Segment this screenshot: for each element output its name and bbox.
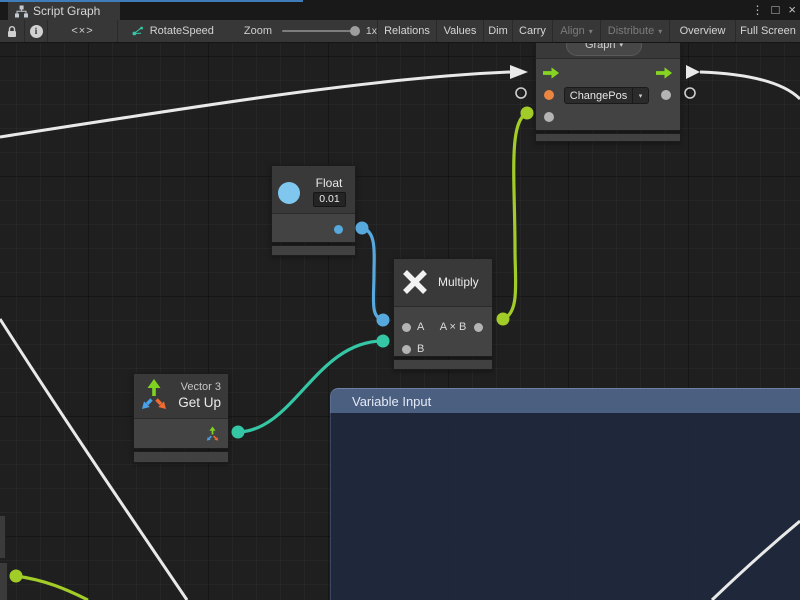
graph-dropdown[interactable]: Graph ▾ [566,43,642,56]
maximize-icon[interactable]: □ [772,0,780,20]
close-icon[interactable]: × [788,0,796,20]
wire-knob-teal[interactable] [232,426,245,439]
node-footer [535,133,681,142]
flow-in-port[interactable] [543,66,560,80]
multiply-b-label: B [417,339,424,359]
wire-knob-blue[interactable] [356,222,369,235]
carry-button[interactable]: Carry [513,20,553,42]
graph-toolbar: i <×> RotateSpeed Zoom 1x Relations Valu… [0,20,800,43]
multiply-result-label: A × B [436,317,470,337]
chevron-down-icon: ▾ [620,43,624,49]
vector3-out-port[interactable] [205,426,220,443]
chevron-down-icon: ▾ [632,88,648,103]
wire-flow-out[interactable] [700,72,800,99]
unconnected-port-ring[interactable] [516,88,526,98]
node-footer [393,359,493,370]
value-in-port[interactable] [544,112,554,122]
wire-lime-bottom-left[interactable] [16,576,88,600]
wire-knob-lime[interactable] [10,570,23,583]
chevron-down-icon: ▾ [658,27,662,36]
zoom-slider[interactable] [282,30,354,32]
tab-script-graph[interactable]: Script Graph [8,2,120,20]
overview-button[interactable]: Overview [670,20,736,42]
inspect-button[interactable]: i [25,20,48,42]
changepos-dropdown[interactable]: ChangePos ▾ [564,87,649,104]
info-icon: i [30,25,43,38]
multiply-result-port[interactable] [474,323,483,332]
graph-angle-icon: <> [547,43,559,47]
vector3-title: Get Up [178,394,221,411]
node-footer [271,245,356,256]
wire-knob-lime[interactable] [521,107,534,120]
group-title: Variable Input [352,394,431,409]
group-body [330,413,800,600]
tab-label: Script Graph [33,4,100,18]
vector3-icon [139,378,169,414]
flow-arrow-out[interactable] [686,65,700,79]
flow-arrow-in[interactable] [510,65,528,79]
node-vector3-get-up[interactable]: Vector 3 Get Up [133,373,229,463]
node-float[interactable]: Float 0.01 [271,165,356,256]
changepos-value: ChangePos [565,88,632,103]
node-graph-unit[interactable]: <> Graph ▾ ChangePos ▾ [535,43,681,142]
relations-button[interactable]: Relations [378,20,437,42]
macro-graph-icon [132,25,144,37]
graph-breadcrumb-zoom: RotateSpeed Zoom 1x [118,20,378,42]
distribute-button[interactable]: Distribute▾ [601,20,670,42]
full-screen-button[interactable]: Full Screen [736,20,800,42]
script-graph-icon [15,5,28,18]
group-header[interactable]: Variable Input [330,388,800,413]
node-multiply[interactable]: Multiply A A × B B [393,258,493,370]
window-menu-icon[interactable]: ⋮ [752,0,763,20]
lock-icon [6,25,18,38]
float-value-input[interactable]: 0.01 [313,192,346,207]
value-in-port-orange[interactable] [544,90,554,100]
float-title: Float [308,176,350,190]
code-preview-button[interactable]: <×> [48,20,118,42]
window-controls: ⋮ □ × [752,0,796,20]
wire-flow-in[interactable] [0,72,510,137]
graph-node-header[interactable]: <> Graph ▾ [536,43,680,58]
multiply-a-label: A [417,317,424,337]
offscreen-node-edge[interactable] [0,562,8,600]
vector3-type-label: Vector 3 [178,381,221,394]
value-out-port[interactable] [661,90,671,100]
multiply-a-port[interactable] [402,323,411,332]
multiply-b-port[interactable] [402,345,411,354]
zoom-label: Zoom [244,25,272,37]
chevron-down-icon: ▾ [589,27,593,36]
graph-canvas[interactable]: Variable Input <> Graph ▾ [0,43,800,600]
zoom-value: 1x [366,25,377,37]
align-button[interactable]: Align▾ [553,20,601,42]
multiply-title: Multiply [438,259,479,306]
tab-bar: Script Graph ⋮ □ × [0,0,800,20]
node-footer [133,451,229,463]
vector3-labels: Vector 3 Get Up [178,381,221,411]
wire-float-to-multiply-a[interactable] [362,228,383,320]
float-out-port[interactable] [334,225,343,234]
wire-knob-teal[interactable] [377,335,390,348]
macro-name[interactable]: RotateSpeed [150,25,214,37]
multiply-icon [402,269,428,295]
float-type-icon [278,182,300,204]
values-button[interactable]: Values [437,20,484,42]
wire-knob-lime[interactable] [497,313,510,326]
offscreen-node-edge[interactable] [0,515,6,559]
zoom-slider-knob[interactable] [350,26,360,36]
dim-button[interactable]: Dim [484,20,513,42]
flow-out-port[interactable] [656,66,673,80]
wire-knob-blue[interactable] [377,314,390,327]
group-variable-input: Variable Input [330,388,800,600]
wire-multiply-to-graph[interactable] [503,113,527,319]
lock-button[interactable] [0,20,25,42]
unconnected-port-ring[interactable] [685,88,695,98]
code-port-icon: <×> [71,25,93,37]
